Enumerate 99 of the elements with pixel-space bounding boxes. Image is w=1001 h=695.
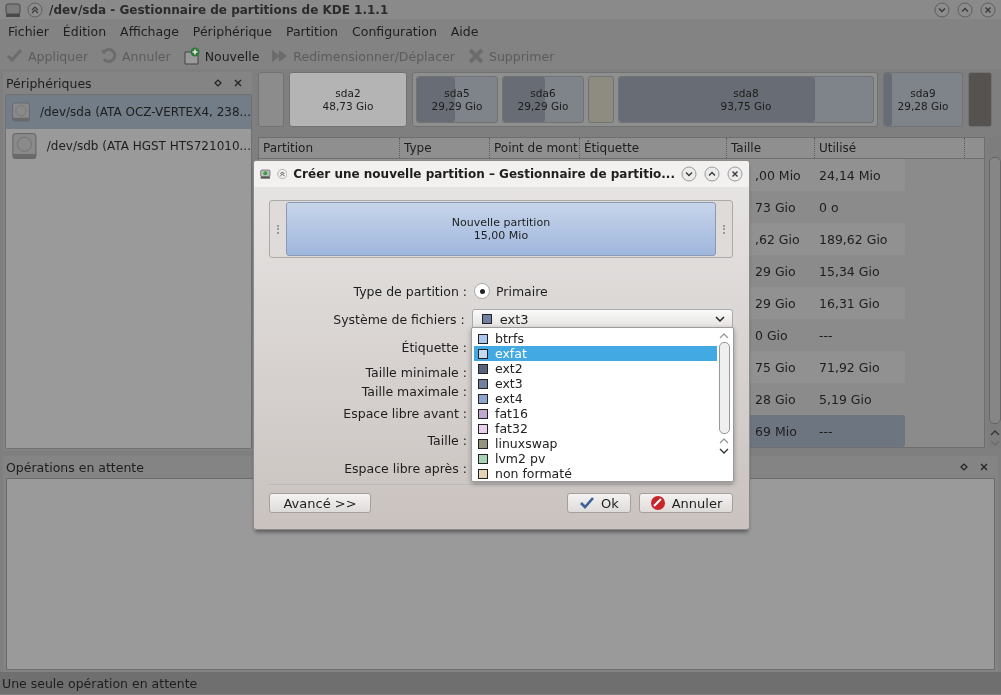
field-label: Taille : [426,433,467,448]
menu-item[interactable]: Édition [55,23,114,39]
device-item[interactable]: /dev/sda (ATA OCZ-VERTEX4, 238... [6,95,251,129]
new-document-icon [182,47,201,65]
table-cell: 71,92 Gio [819,359,880,375]
keep-above-button[interactable] [276,166,288,182]
dialog-title: Créer une nouvelle partition – Gestionnaire de partitio... [293,167,675,181]
partition-size: 29,29 Gio [517,99,569,113]
dropdown-option[interactable]: btrfs [474,331,717,346]
column-header[interactable]: Étiquette [580,138,727,158]
partition-size: 29,29 Gio [431,99,483,113]
dropdown-option[interactable]: ext4 [474,391,717,406]
table-cell: 29 Gio [755,295,796,311]
status-text: Une seule opération en attente [2,675,198,691]
menu-item[interactable]: Affichage [113,23,186,39]
maximize-button[interactable] [704,166,720,182]
dropdown-option[interactable]: fat32 [474,421,717,436]
dropdown-option[interactable]: linuxswap [474,436,717,451]
field-label: Système de fichiers : [332,311,465,327]
menu-item[interactable]: Configuration [345,23,444,39]
resize-handle[interactable] [723,224,725,234]
device-item[interactable]: /dev/sdb (ATA HGST HTS721010... [6,129,251,163]
scroll-down-icon[interactable] [718,446,730,456]
column-header[interactable]: Utilisé [815,138,965,158]
minimize-button[interactable] [934,1,950,18]
table-cell: 75 Gio [755,359,796,375]
field-label: Type de partition : [352,283,467,299]
table-cell: 5,19 Gio [819,391,872,407]
menu-item[interactable]: Aide [443,23,486,39]
no-entry-icon [649,495,666,511]
dropdown-option[interactable]: lvm2 pv [474,451,717,466]
field-label: Taille minimale : [364,364,467,380]
partition-label: sda6 [530,86,556,100]
minimize-button[interactable] [681,166,697,182]
table-cell: 189,62 Gio [819,231,888,247]
filesystem-dropdown[interactable]: ext3 [471,309,733,329]
toolbar-button[interactable]: Nouvelle [180,44,266,68]
dropdown-option[interactable]: fat16 [474,406,717,421]
partition-size: 48,73 Gio [322,99,374,113]
partition-label: sda8 [733,86,759,100]
dialog-button[interactable]: Avancé >> [269,493,371,513]
partition-label: sda2 [335,86,361,100]
disk-icon [260,167,271,181]
check-icon [579,496,596,510]
dropdown-option[interactable]: ext3 [474,376,717,391]
dialog-button[interactable]: Annuler [639,493,733,513]
close-icon[interactable] [232,77,244,89]
column-header[interactable]: Type [400,138,490,158]
scrollbar-thumb[interactable] [718,342,730,434]
table-cell: ,00 Mio [755,167,801,183]
close-icon[interactable] [978,461,990,473]
partition-size: 93,75 Gio [720,99,772,113]
field-label: Espace libre après : [343,460,467,476]
radio-button[interactable] [474,283,490,299]
scroll-up-icon[interactable] [718,331,730,341]
window-title: /dev/sda - Gestionnaire de partitions de KDE 1.1.1 [49,2,389,17]
column-header[interactable]: Taille [727,138,815,158]
unallocated-block [258,72,284,127]
panel-title: Périphériques [6,75,92,91]
dropdown-option[interactable]: ext2 [474,361,717,376]
table-cell: ,62 Gio [755,231,800,247]
table-cell: --- [819,327,833,343]
partition-size: 15,00 Mio [473,229,529,242]
field-label: Étiquette : [400,339,467,355]
float-icon[interactable] [958,461,970,473]
panel-title: Opérations en attente [6,459,144,475]
partition-label: sda5 [444,86,470,100]
maximize-button[interactable] [957,1,973,18]
resize-handle[interactable] [277,224,279,234]
table-cell: 16,31 Gio [819,295,880,311]
partition-label: Nouvelle partition [451,216,551,229]
keep-above-button[interactable] [27,1,43,18]
radio-label[interactable]: Primaire [496,283,548,299]
dropdown-option[interactable]: exfat [474,346,717,361]
menu-item[interactable]: Fichier [1,23,56,39]
table-cell: 15,34 Gio [819,263,880,279]
field-label: Espace libre avant : [342,406,467,421]
table-cell: 0 o [819,199,839,215]
menu-item[interactable]: Périphérique [185,23,279,39]
field-label: Taille maximale : [360,383,467,399]
table-cell: 0 Gio [755,327,788,343]
close-button[interactable] [727,166,743,182]
partition-size: 29,28 Gio [897,99,949,113]
dialog-button[interactable]: Ok [567,493,631,513]
column-header[interactable]: Point de mont [490,138,580,158]
table-cell: --- [819,423,833,439]
table-cell: 28 Gio [755,391,796,407]
chevron-down-icon [714,314,726,324]
table-cell: 24,14 Mio [819,167,881,183]
column-header[interactable]: Partition [259,138,400,158]
scroll-up-icon[interactable] [988,428,1001,438]
table-cell: 73 Gio [755,199,796,215]
table-cell: 69 Mio [755,423,797,439]
partition-label: sda9 [910,86,936,100]
menu-item[interactable]: Partition [278,23,346,39]
new-partition-block[interactable]: Nouvelle partition 15,00 Mio [286,202,716,256]
float-icon[interactable] [212,77,224,89]
table-cell: 29 Gio [755,263,796,279]
dropdown-option[interactable]: non formaté [474,466,717,481]
